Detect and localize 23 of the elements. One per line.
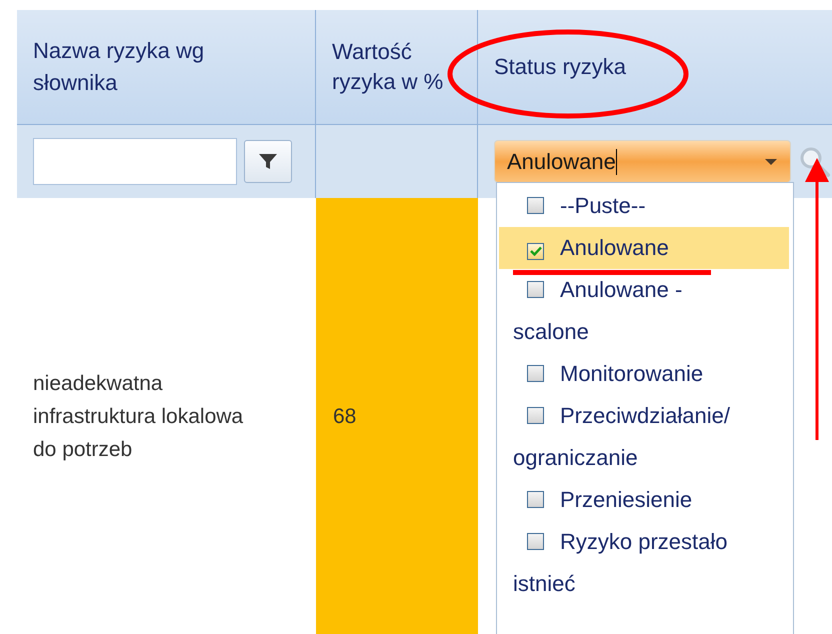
status-combobox[interactable]: Anulowane — [494, 140, 791, 183]
search-icon[interactable] — [798, 144, 832, 178]
checkbox[interactable] — [527, 407, 544, 424]
checkbox[interactable] — [527, 281, 544, 298]
value-cell: 68 — [316, 198, 478, 634]
dropdown-option[interactable]: Przeciwdziałanie/ ograniczanie — [499, 395, 789, 479]
checkbox[interactable] — [527, 533, 544, 550]
column-header[interactable]: Status ryzyka — [494, 51, 626, 83]
dropdown-option[interactable]: Anulowane - scalone — [499, 269, 789, 353]
dropdown-option[interactable]: --Puste-- — [499, 185, 789, 227]
checkbox[interactable] — [527, 365, 544, 382]
checkbox[interactable] — [527, 491, 544, 508]
dropdown-caret-icon — [764, 158, 778, 166]
filter-button[interactable] — [244, 140, 292, 183]
dropdown-option[interactable]: Anulowane — [499, 227, 789, 269]
dropdown-option[interactable]: Monitorowanie — [499, 353, 789, 395]
dropdown-option[interactable]: Ryzyko przestało istnieć — [499, 521, 789, 605]
table-cell-text: nieadekwatna infrastruktura lokalowa do potrzeb — [33, 370, 244, 462]
checkbox[interactable] — [527, 242, 544, 260]
dropdown-option[interactable]: Przeniesienie — [499, 479, 789, 521]
filter-input[interactable] — [33, 138, 237, 185]
checkbox[interactable] — [527, 197, 544, 214]
filter-icon — [258, 152, 278, 170]
